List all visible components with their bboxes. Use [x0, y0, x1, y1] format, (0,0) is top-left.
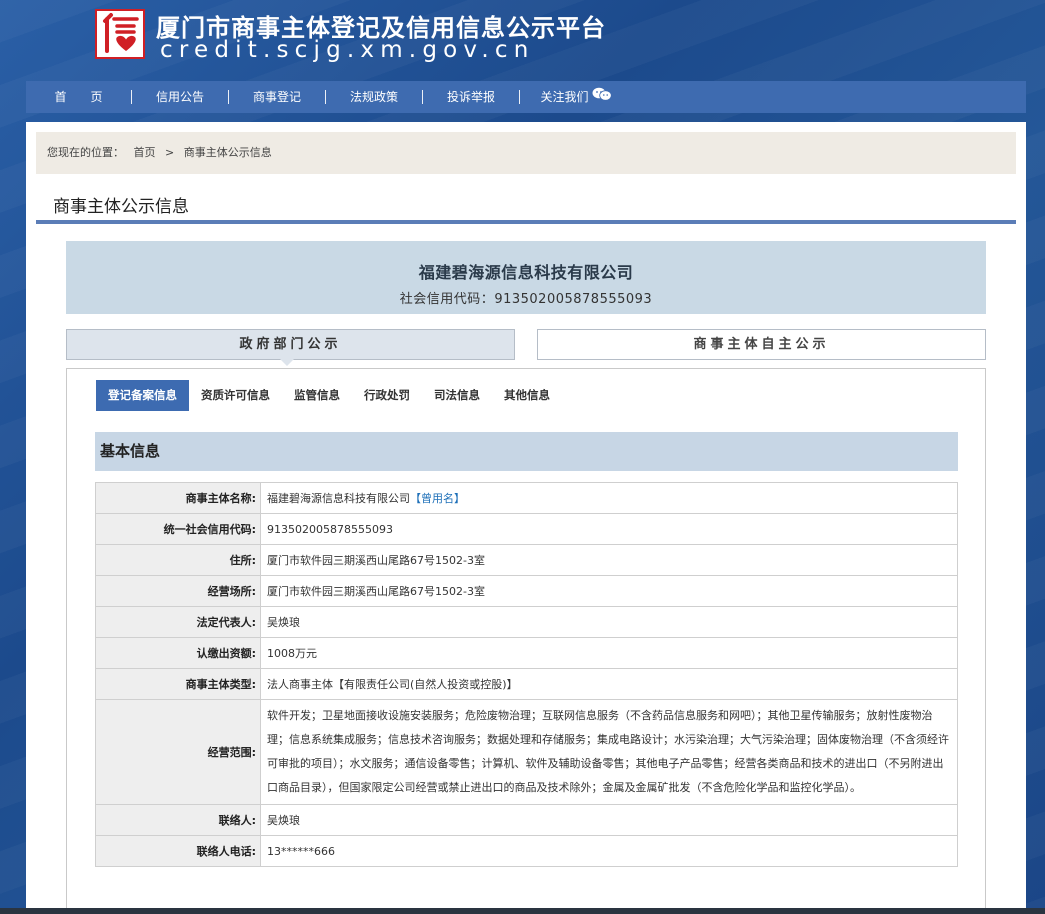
breadcrumb-prefix: 您现在的位置： [47, 146, 124, 159]
field-value: 1008万元 [260, 637, 958, 669]
subtab-registration-filing[interactable]: 登记备案信息 [96, 380, 189, 411]
table-row: 认缴出资额: 1008万元 [95, 637, 958, 669]
subtab-supervision[interactable]: 监管信息 [282, 380, 352, 411]
table-row: 商事主体类型: 法人商事主体【有限责任公司(自然人投资或控股)】 [95, 668, 958, 700]
subtab-administrative-penalty[interactable]: 行政处罚 [352, 380, 422, 411]
business-scope-value: 软件开发；卫星地面接收设施安装服务；危险废物治理；互联网信息服务（不含药品信息服… [260, 699, 958, 805]
nav-item-follow-us[interactable]: 关注我们 [520, 81, 632, 113]
breadcrumb-separator: > [165, 146, 175, 159]
field-value: 福建碧海源信息科技有限公司【曾用名】 [260, 482, 958, 514]
breadcrumb-home-link[interactable]: 首页 [134, 146, 156, 159]
basic-info-heading: 基本信息 [95, 432, 958, 471]
nav-label: 关注我们 [540, 90, 589, 104]
field-label: 经营场所: [95, 575, 261, 607]
table-row: 统一社会信用代码: 913502005878555093 [95, 513, 958, 545]
breadcrumb-current-link[interactable]: 商事主体公示信息 [184, 146, 272, 159]
company-name: 福建碧海源信息科技有限公司 [418, 263, 634, 282]
title-underline [36, 220, 1016, 224]
site-url: credit.scjg.xm.gov.cn [160, 37, 535, 63]
field-value: 吴焕琅 [260, 804, 958, 836]
field-label: 商事主体类型: [95, 668, 261, 700]
company-header: 福建碧海源信息科技有限公司 社会信用代码：913502005878555093 [66, 241, 986, 314]
nav-item-registration[interactable]: 商事登记 [229, 81, 325, 113]
bottom-bar [0, 908, 1045, 914]
field-label: 法定代表人: [95, 606, 261, 638]
nav-item-complaints[interactable]: 投诉举报 [423, 81, 519, 113]
breadcrumb: 您现在的位置： 首页 > 商事主体公示信息 [36, 132, 1016, 174]
active-tab-arrow [280, 359, 294, 366]
former-name-link[interactable]: 【曾用名】 [410, 492, 465, 505]
credit-logo-icon [97, 11, 143, 57]
field-label: 认缴出资额: [95, 637, 261, 669]
subtab-judicial[interactable]: 司法信息 [422, 380, 492, 411]
field-value: 厦门市软件园三期溪西山尾路67号1502-3室 [260, 544, 958, 576]
basic-info-table: 商事主体名称: 福建碧海源信息科技有限公司【曾用名】 统一社会信用代码: 913… [95, 482, 958, 867]
field-label: 联络人: [95, 804, 261, 836]
nav-item-home[interactable]: 首 页 [26, 81, 131, 113]
main-nav: 首 页 信用公告 商事登记 法规政策 投诉举报 关注我们 [26, 81, 1026, 113]
nav-item-regulations[interactable]: 法规政策 [326, 81, 422, 113]
nav-label: 投诉举报 [446, 90, 495, 104]
nav-label: 首 页 [54, 90, 103, 104]
field-label: 商事主体名称: [95, 482, 261, 514]
tab-self-disclosure[interactable]: 商事主体自主公示 [537, 329, 986, 360]
nav-label: 法规政策 [349, 90, 398, 104]
field-label: 联络人电话: [95, 835, 261, 867]
field-value: 吴焕琅 [260, 606, 958, 638]
nav-label: 商事登记 [252, 90, 301, 104]
company-name-value: 福建碧海源信息科技有限公司 [267, 492, 410, 505]
nav-item-credit-notice[interactable]: 信用公告 [132, 81, 228, 113]
field-label: 住所: [95, 544, 261, 576]
subtab-license[interactable]: 资质许可信息 [189, 380, 282, 411]
wechat-icon [592, 81, 612, 113]
disclosure-content: 登记备案信息 资质许可信息 监管信息 行政处罚 司法信息 其他信息 基本信息 商… [66, 368, 986, 914]
field-value: 厦门市软件园三期溪西山尾路67号1502-3室 [260, 575, 958, 607]
main-panel: 您现在的位置： 首页 > 商事主体公示信息 商事主体公示信息 福建碧海源信息科技… [26, 122, 1026, 914]
page-title: 商事主体公示信息 [53, 197, 189, 217]
field-label: 统一社会信用代码: [95, 513, 261, 545]
subtab-other[interactable]: 其他信息 [492, 380, 562, 411]
table-row: 商事主体名称: 福建碧海源信息科技有限公司【曾用名】 [95, 482, 958, 514]
table-row: 法定代表人: 吴焕琅 [95, 606, 958, 638]
field-label: 经营范围: [95, 699, 261, 805]
field-value: 法人商事主体【有限责任公司(自然人投资或控股)】 [260, 668, 958, 700]
credit-code-label: 社会信用代码： [399, 292, 495, 307]
field-value: 13******666 [260, 835, 958, 867]
nav-label: 信用公告 [155, 90, 204, 104]
table-row: 联络人: 吴焕琅 [95, 804, 958, 836]
table-row: 经营范围: 软件开发；卫星地面接收设施安装服务；危险废物治理；互联网信息服务（不… [95, 699, 958, 805]
table-row: 联络人电话: 13******666 [95, 835, 958, 867]
sub-tabs: 登记备案信息 资质许可信息 监管信息 行政处罚 司法信息 其他信息 [96, 380, 562, 411]
tab-government-disclosure[interactable]: 政府部门公示 [66, 329, 515, 360]
company-credit-code: 社会信用代码：913502005878555093 [66, 288, 986, 307]
table-row: 经营场所: 厦门市软件园三期溪西山尾路67号1502-3室 [95, 575, 958, 607]
site-logo[interactable] [95, 9, 145, 59]
table-row: 住所: 厦门市软件园三期溪西山尾路67号1502-3室 [95, 544, 958, 576]
credit-code-value: 913502005878555093 [494, 292, 653, 307]
field-value: 913502005878555093 [260, 513, 958, 545]
